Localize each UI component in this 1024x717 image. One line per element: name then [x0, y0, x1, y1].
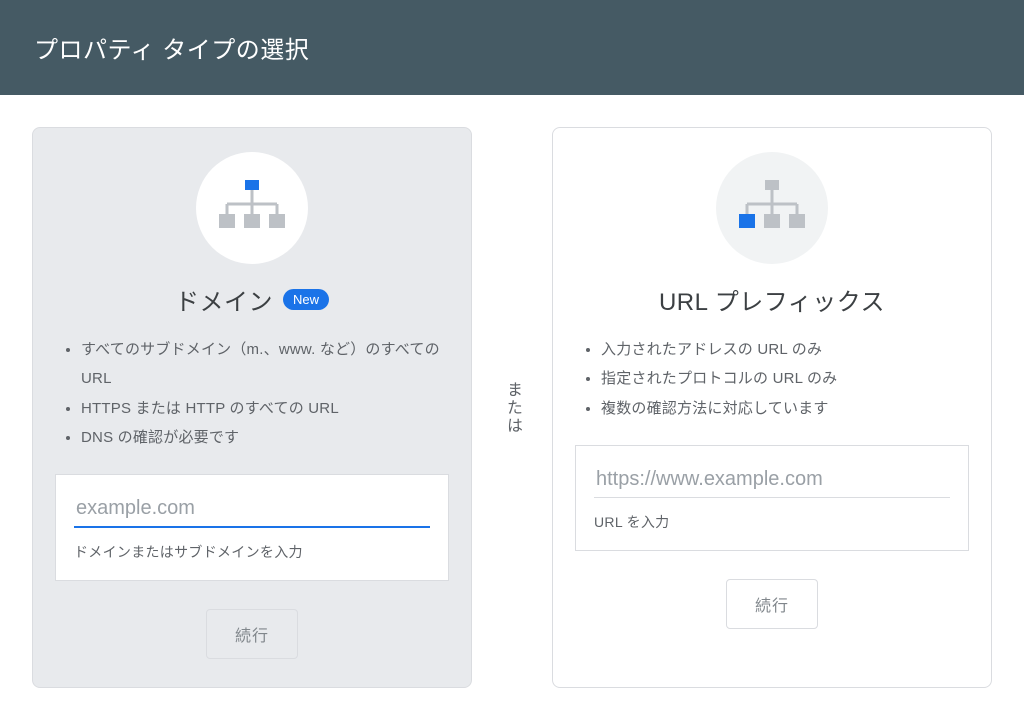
- card-title-row: ドメイン New: [175, 282, 329, 317]
- list-item: DNS の確認が必要です: [81, 423, 449, 452]
- sitemap-url-prefix-icon: [737, 180, 807, 236]
- list-item: 複数の確認方法に対応しています: [601, 394, 969, 423]
- or-separator: または: [472, 127, 552, 688]
- url-prefix-input[interactable]: [594, 462, 950, 498]
- list-item: HTTPS または HTTP のすべての URL: [81, 394, 449, 423]
- url-prefix-icon-circle: [716, 152, 828, 264]
- domain-input-box: ドメインまたはサブドメインを入力: [55, 474, 449, 581]
- sitemap-domain-icon: [217, 180, 287, 236]
- property-type-card-domain[interactable]: ドメイン New すべてのサブドメイン（m.、www. など）のすべての URL…: [32, 127, 472, 688]
- content-area: ドメイン New すべてのサブドメイン（m.、www. など）のすべての URL…: [0, 95, 1024, 688]
- list-item: 入力されたアドレスの URL のみ: [601, 335, 969, 364]
- new-badge: New: [283, 289, 329, 310]
- card-title-domain: ドメイン: [175, 282, 273, 317]
- card-title-row: URL プレフィックス: [659, 282, 885, 317]
- property-type-card-url-prefix[interactable]: URL プレフィックス 入力されたアドレスの URL のみ 指定されたプロトコル…: [552, 127, 992, 688]
- domain-input[interactable]: [74, 491, 430, 528]
- list-item: すべてのサブドメイン（m.、www. など）のすべての URL: [81, 335, 449, 394]
- url-prefix-input-helper: URL を入力: [594, 512, 950, 532]
- url-prefix-input-box: URL を入力: [575, 445, 969, 551]
- domain-icon-circle: [196, 152, 308, 264]
- domain-input-helper: ドメインまたはサブドメインを入力: [74, 542, 430, 562]
- page-header: プロパティ タイプの選択: [0, 0, 1024, 95]
- url-prefix-bullet-list: 入力されたアドレスの URL のみ 指定されたプロトコルの URL のみ 複数の…: [575, 335, 969, 423]
- list-item: 指定されたプロトコルの URL のみ: [601, 364, 969, 393]
- continue-button-url-prefix[interactable]: 続行: [726, 579, 818, 629]
- domain-bullet-list: すべてのサブドメイン（m.、www. など）のすべての URL HTTPS また…: [55, 335, 449, 452]
- card-title-url-prefix: URL プレフィックス: [659, 282, 885, 317]
- page-title: プロパティ タイプの選択: [34, 37, 309, 64]
- continue-button-domain[interactable]: 続行: [206, 609, 298, 659]
